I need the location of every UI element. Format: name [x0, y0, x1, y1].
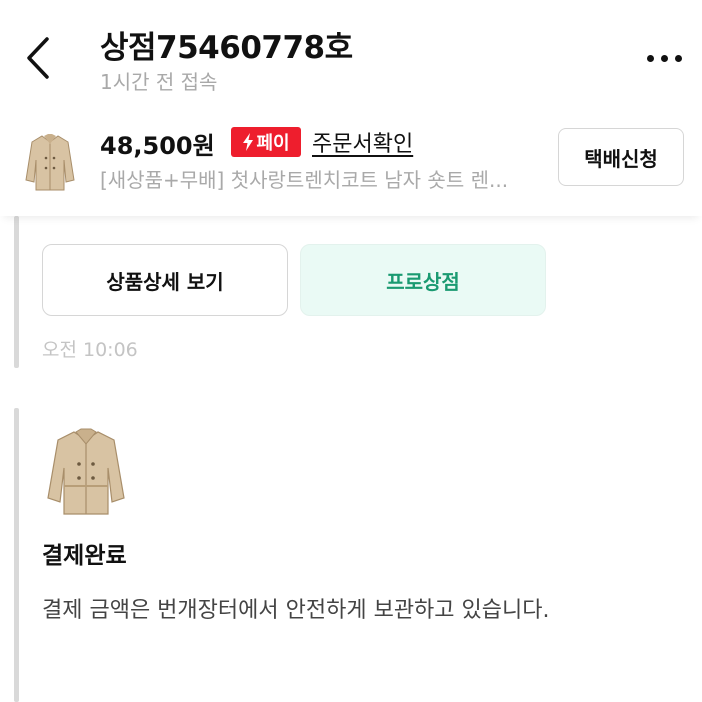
pro-shop-button[interactable]: 프로상점: [300, 244, 546, 316]
chevron-left-icon: [27, 37, 49, 79]
order-price: 48,500원: [100, 132, 215, 160]
page-title: 상점75460778호: [100, 30, 353, 66]
payment-complete-description: 결제 금액은 번개장터에서 안전하게 보관하고 있습니다.: [42, 598, 550, 623]
more-horizontal-icon: [646, 54, 654, 62]
chat-header: 상점75460778호 1시간 전 접속: [0, 0, 702, 110]
lightning-icon: [243, 133, 254, 151]
product-detail-button[interactable]: 상품상세 보기: [42, 244, 288, 316]
product-image[interactable]: [44, 424, 128, 520]
more-button[interactable]: [640, 40, 688, 76]
last-seen-status: 1시간 전 접속: [100, 70, 218, 94]
message-line: [14, 408, 19, 702]
back-button[interactable]: [18, 30, 58, 86]
product-name: [새상품+무배] 첫사랑트렌치코트 남자 숏트 렌...: [100, 168, 509, 192]
order-confirm-link[interactable]: 주문서확인: [312, 126, 413, 158]
payment-complete-title: 결제완료: [42, 543, 127, 569]
order-summary-bar: 48,500원 페이 주문서확인 [새상품+무배] 첫사랑트렌치코트 남자 숏트…: [0, 112, 702, 216]
pay-badge: 페이: [231, 127, 301, 157]
message-timestamp: 오전 10:06: [42, 339, 138, 361]
message-line: [14, 216, 19, 368]
pay-badge-label: 페이: [256, 133, 290, 154]
shipping-request-button[interactable]: 택배신청: [558, 128, 684, 186]
product-thumbnail[interactable]: [22, 130, 78, 194]
